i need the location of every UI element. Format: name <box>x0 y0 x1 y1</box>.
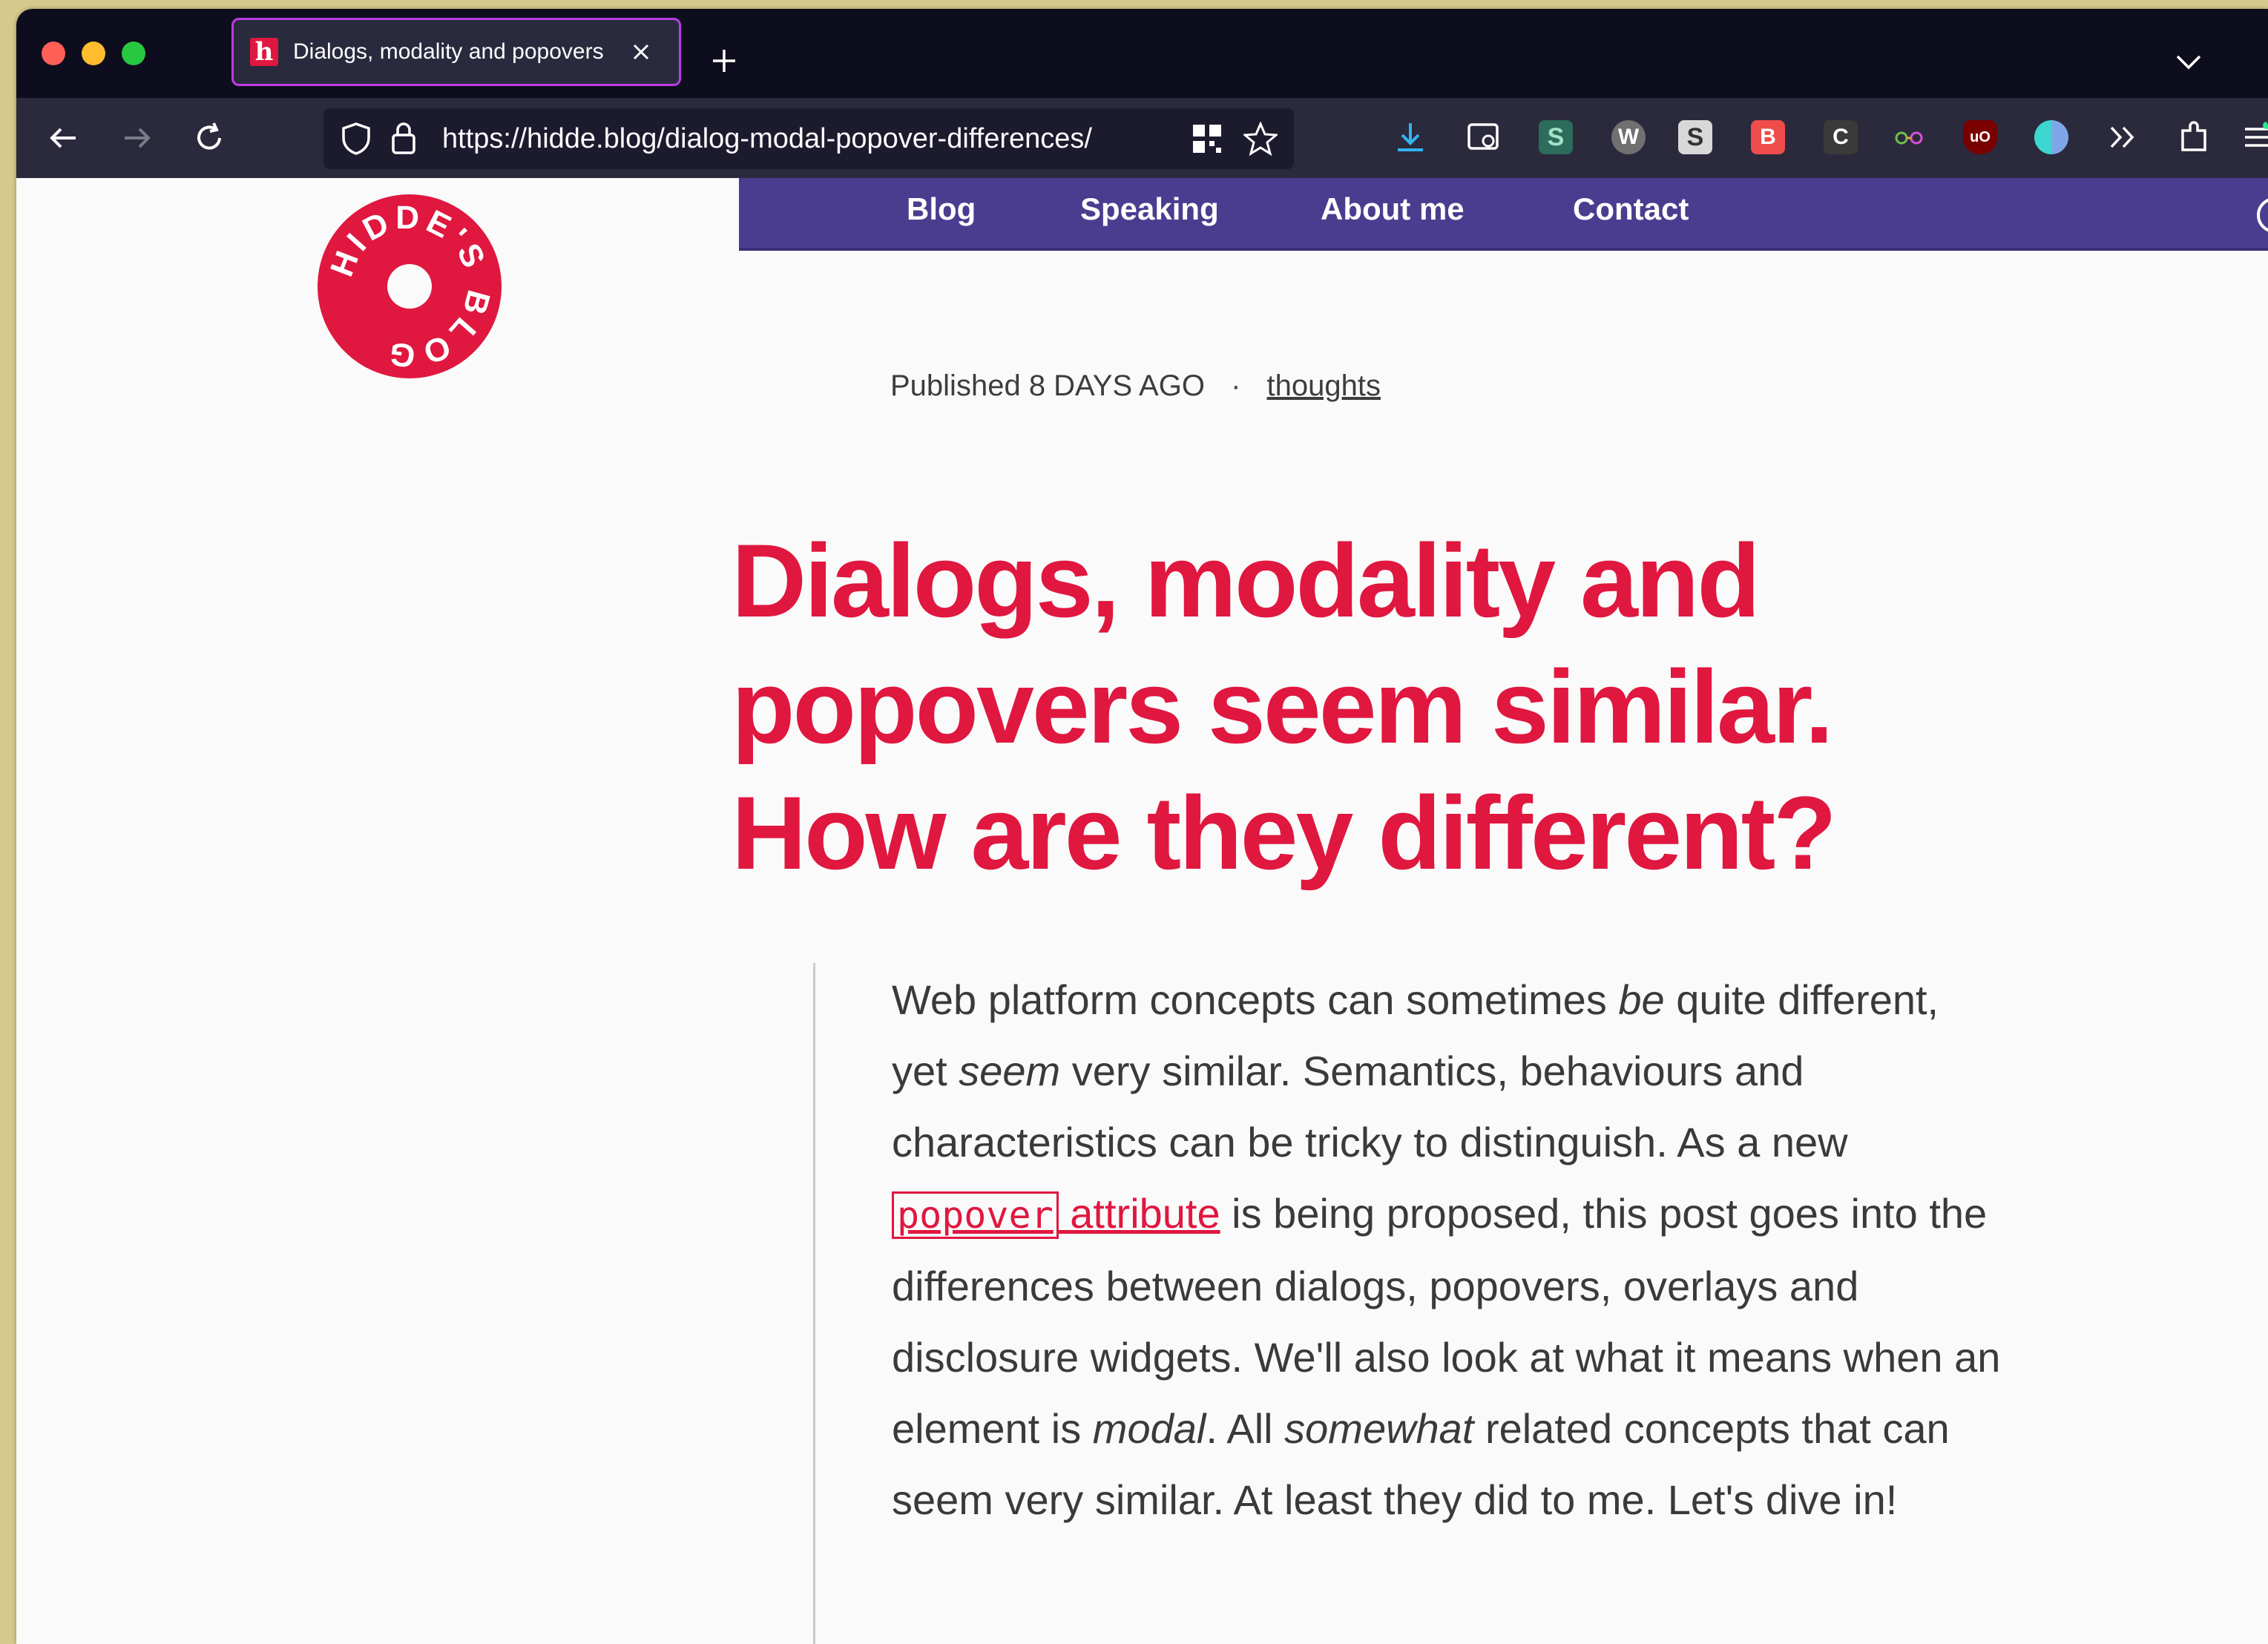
lock-icon[interactable] <box>390 120 417 156</box>
intro-emphasis: seem <box>959 1048 1061 1094</box>
category-link[interactable]: thoughts <box>1267 369 1381 402</box>
back-arrow-icon[interactable] <box>46 120 82 156</box>
browser-window: h Dialogs, modality and popovers https:/… <box>16 9 2268 1644</box>
published-date: 8 DAYS AGO <box>1028 369 1205 402</box>
menu-icon[interactable] <box>2242 120 2268 154</box>
b-extension-icon[interactable]: B <box>1751 120 1785 154</box>
new-tab-icon[interactable] <box>711 47 737 74</box>
close-window-button[interactable] <box>42 42 65 65</box>
post-meta: Published 8 DAYS AGO · thoughts <box>890 369 1381 403</box>
url-bar[interactable]: https://hidde.blog/dialog-modal-popover-… <box>323 108 1294 169</box>
download-icon[interactable] <box>1393 120 1427 154</box>
ublock-icon[interactable]: uO <box>1963 120 1997 154</box>
nav-link-contact[interactable]: Contact <box>1573 191 1689 227</box>
intro-left-border <box>813 963 815 1644</box>
nav-link-speaking[interactable]: Speaking <box>1080 191 1219 227</box>
article-title: Dialogs, modality and popovers seem simi… <box>732 522 1837 891</box>
nav-link-blog[interactable]: Blog <box>907 191 976 227</box>
meta-separator: · <box>1231 369 1241 402</box>
popover-code: popover <box>892 1191 1059 1239</box>
intro-emphasis: modal <box>1092 1405 1206 1452</box>
shield-icon[interactable] <box>340 122 372 156</box>
reader-icon[interactable] <box>1466 120 1500 154</box>
published-label: Published <box>890 369 1021 402</box>
qr-code-icon[interactable] <box>1191 123 1223 154</box>
forward-arrow-icon[interactable] <box>119 120 154 156</box>
site-logo[interactable]: HIDDE'S BLOG <box>316 193 503 380</box>
c-extension-icon[interactable]: C <box>1824 120 1858 154</box>
zoom-window-button[interactable] <box>122 42 145 65</box>
intro-emphasis: be <box>1618 976 1665 1023</box>
dark-mode-moon-icon[interactable] <box>2252 196 2268 234</box>
s-extension-icon[interactable]: S <box>1539 120 1573 154</box>
article-intro: Web platform concepts can sometimes be q… <box>892 964 2005 1536</box>
tab-title: Dialogs, modality and popovers <box>293 39 604 64</box>
intro-emphasis: somewhat <box>1284 1405 1474 1452</box>
glasses-extension-icon[interactable] <box>1892 120 1926 154</box>
url-text: https://hidde.blog/dialog-modal-popover-… <box>442 123 1092 154</box>
navigation-toolbar: https://hidde.blog/dialog-modal-popover-… <box>16 98 2268 180</box>
close-tab-icon[interactable] <box>630 41 652 63</box>
intro-text: Web platform concepts can sometimes <box>892 976 1619 1023</box>
minimize-window-button[interactable] <box>82 42 105 65</box>
popover-attribute-link[interactable]: popover attribute <box>892 1190 1220 1239</box>
overflow-chevrons-icon[interactable] <box>2106 120 2140 154</box>
site-favicon-icon: h <box>250 38 278 66</box>
web-page: HIDDE'S BLOG Blog Speaking About me Cont… <box>16 178 2268 1644</box>
puzzle-icon[interactable] <box>2177 120 2211 154</box>
intro-text: . All <box>1206 1405 1285 1452</box>
link-text: attribute <box>1058 1190 1220 1237</box>
active-tab[interactable]: h Dialogs, modality and popovers <box>231 18 681 86</box>
w-extension-icon[interactable]: W <box>1611 120 1646 154</box>
circle-extension-icon[interactable] <box>2034 120 2068 154</box>
s-grey-extension-icon[interactable]: S <box>1678 120 1712 154</box>
bookmark-star-icon[interactable] <box>1243 122 1278 156</box>
site-navigation: Blog Speaking About me Contact <box>739 178 2268 251</box>
chevron-down-icon[interactable] <box>2175 53 2202 71</box>
reload-icon[interactable] <box>191 120 227 156</box>
tab-strip: h Dialogs, modality and popovers <box>16 9 2268 98</box>
nav-link-about-me[interactable]: About me <box>1321 191 1465 227</box>
